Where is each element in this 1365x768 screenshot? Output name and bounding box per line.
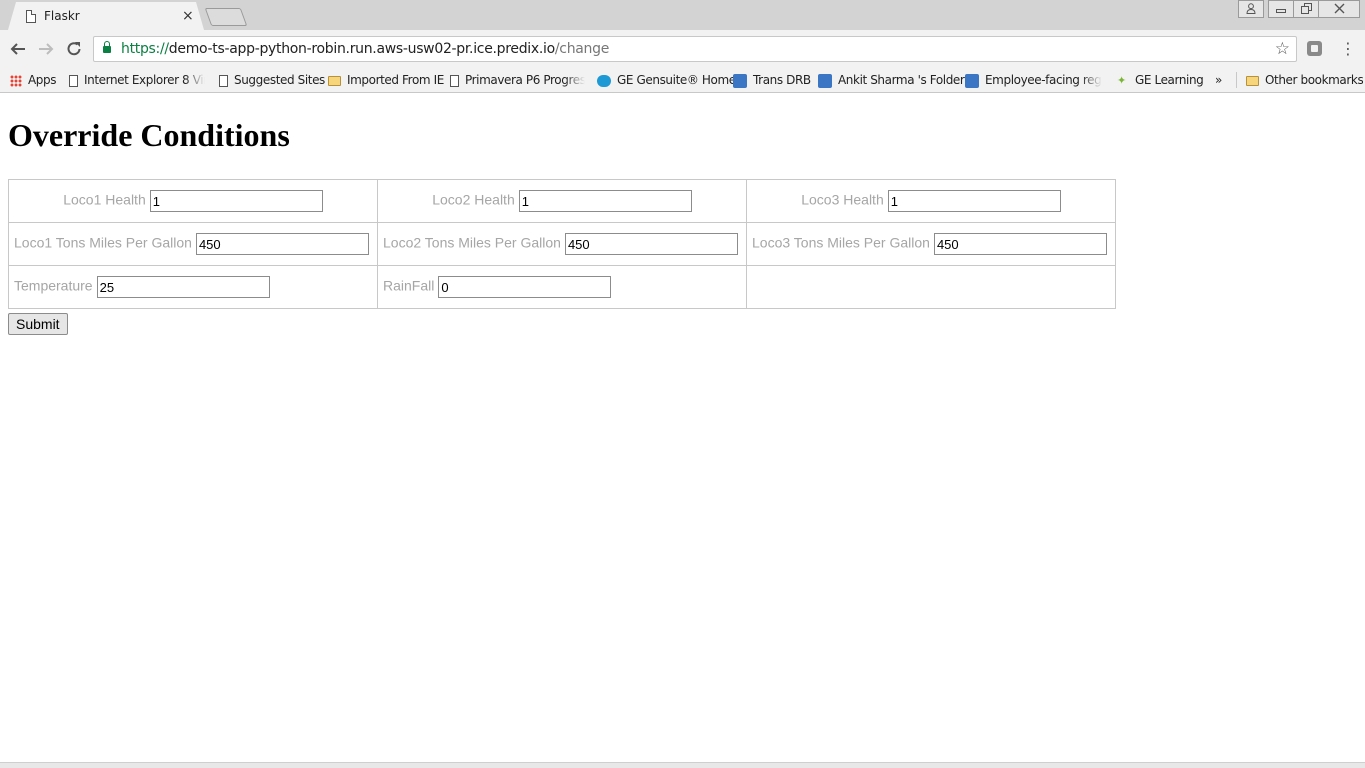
restore-icon — [1300, 3, 1312, 14]
table-row: Loco1 Health Loco2 Health Loco3 Health — [8, 179, 1116, 223]
close-window-button[interactable] — [1318, 0, 1360, 18]
loco3-tmpg-label: Loco3 Tons Miles Per Gallon — [752, 234, 930, 251]
submit-button[interactable]: Submit — [8, 313, 68, 335]
close-icon — [1334, 3, 1344, 14]
bookmark-gensuite[interactable]: GE Gensuite® Home — [597, 72, 736, 88]
profile-icon[interactable] — [1238, 0, 1264, 18]
override-form-table: Loco1 Health Loco2 Health Loco3 Health L… — [8, 179, 1116, 309]
temperature-label: Temperature — [14, 277, 93, 294]
tab-close-icon[interactable]: × — [182, 7, 194, 25]
empty-cell — [746, 265, 1116, 309]
minimize-button[interactable] — [1268, 0, 1294, 18]
menu-icon[interactable]: ⋮ — [1340, 41, 1356, 57]
person-icon — [1246, 3, 1256, 14]
loco3-health-input[interactable] — [887, 190, 1061, 212]
page-icon — [450, 74, 459, 87]
minimize-icon — [1276, 9, 1286, 13]
form-cell: Loco1 Health — [8, 179, 378, 223]
bookmark-apps[interactable]: Apps — [10, 72, 56, 88]
bookmark-star-icon[interactable]: ☆ — [1275, 39, 1290, 59]
back-arrow-icon — [10, 43, 25, 55]
loco1-health-label: Loco1 Health — [63, 191, 146, 208]
reload-button[interactable] — [63, 38, 85, 60]
bookmark-ie8[interactable]: Internet Explorer 8 Virtu — [69, 72, 205, 88]
page-icon — [26, 10, 36, 23]
address-bar[interactable]: https://demo-ts-app-python-robin.run.aws… — [93, 36, 1297, 62]
more-bookmarks-button[interactable]: » — [1215, 72, 1222, 88]
bookmark-imported-from-ie[interactable]: Imported From IE — [328, 72, 444, 88]
table-row: Loco1 Tons Miles Per Gallon Loco2 Tons M… — [8, 222, 1116, 266]
back-button[interactable] — [7, 38, 29, 60]
bookmark-ge-learning[interactable]: ✦ GE Learning — [1117, 72, 1203, 88]
loco2-tmpg-label: Loco2 Tons Miles Per Gallon — [383, 234, 561, 251]
form-cell: Temperature — [8, 265, 378, 309]
browser-tab[interactable]: Flaskr × — [8, 2, 204, 30]
apps-grid-icon — [10, 74, 22, 87]
new-tab-button[interactable] — [204, 8, 248, 26]
tab-title: Flaskr — [44, 9, 80, 23]
form-cell: Loco2 Health — [377, 179, 747, 223]
forward-arrow-icon — [39, 43, 54, 55]
page-icon — [69, 74, 78, 87]
table-row: Temperature RainFall — [8, 265, 1116, 309]
page-icon — [219, 74, 228, 87]
loco1-tmpg-label: Loco1 Tons Miles Per Gallon — [14, 234, 192, 251]
form-cell: Loco3 Tons Miles Per Gallon — [746, 222, 1116, 266]
folder-icon — [328, 75, 341, 86]
extension-icon[interactable] — [1307, 41, 1322, 56]
folder-icon — [1246, 75, 1259, 86]
bookmark-primavera[interactable]: Primavera P6 Progress F — [450, 72, 585, 88]
bookmarks-divider — [1236, 72, 1237, 88]
forward-button[interactable] — [35, 38, 57, 60]
form-cell: Loco1 Tons Miles Per Gallon — [8, 222, 378, 266]
lock-icon — [103, 41, 111, 53]
ge-logo-icon — [965, 73, 979, 88]
bookmark-employee-registry[interactable]: Employee-facing registr — [965, 72, 1102, 88]
form-cell: Loco3 Health — [746, 179, 1116, 223]
rainfall-label: RainFall — [383, 277, 435, 294]
bookmark-trans-drb[interactable]: Trans DRB — [733, 72, 811, 88]
loco2-health-label: Loco2 Health — [432, 191, 515, 208]
ge-logo-icon — [818, 73, 832, 88]
loco3-health-label: Loco3 Health — [801, 191, 884, 208]
form-cell: Loco2 Tons Miles Per Gallon — [377, 222, 747, 266]
page-title: Override Conditions — [8, 117, 290, 153]
loco1-tmpg-input[interactable] — [195, 233, 369, 255]
sprout-icon: ✦ — [1117, 73, 1126, 87]
gensuite-icon — [597, 74, 611, 87]
tab-strip: Flaskr × — [0, 0, 1365, 30]
restore-button[interactable] — [1293, 0, 1319, 18]
bookmark-other-bookmarks[interactable]: Other bookmarks — [1246, 72, 1363, 88]
temperature-input[interactable] — [96, 276, 270, 298]
loco1-health-input[interactable] — [149, 190, 323, 212]
loco2-health-input[interactable] — [518, 190, 692, 212]
rainfall-input[interactable] — [438, 276, 612, 298]
ge-logo-icon — [733, 73, 747, 88]
status-strip — [0, 762, 1365, 768]
bookmark-ankit-folders[interactable]: Ankit Sharma 's Folders — [818, 72, 970, 88]
reload-icon — [67, 42, 81, 56]
form-cell: RainFall — [377, 265, 747, 309]
browser-toolbar: https://demo-ts-app-python-robin.run.aws… — [0, 30, 1365, 68]
bookmark-suggested-sites[interactable]: Suggested Sites — [219, 72, 325, 88]
loco2-tmpg-input[interactable] — [564, 233, 738, 255]
loco3-tmpg-input[interactable] — [933, 233, 1107, 255]
url-text: https://demo-ts-app-python-robin.run.aws… — [121, 41, 610, 57]
